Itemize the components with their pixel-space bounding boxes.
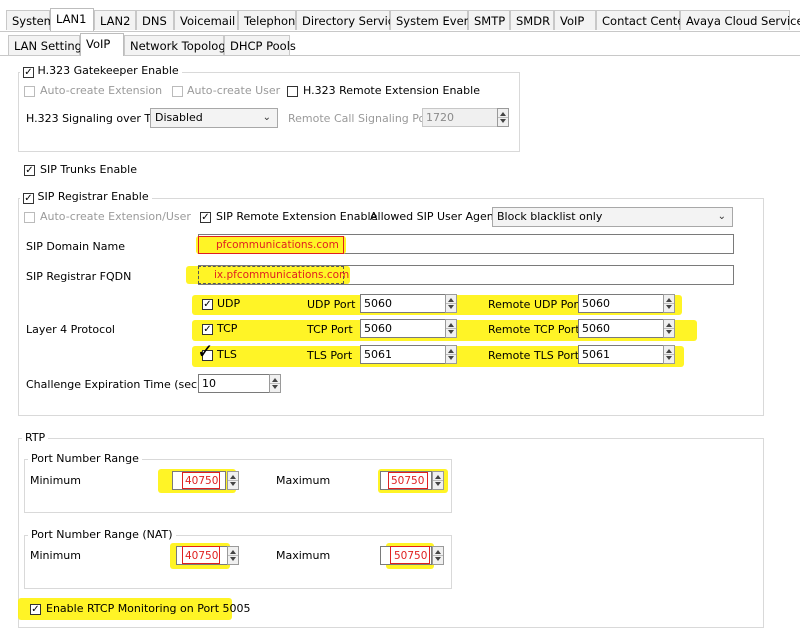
tab-network-topology[interactable]: Network Topology — [124, 35, 232, 55]
nat-max-label: Maximum — [276, 549, 331, 562]
chevron-down-icon: ⌄ — [717, 211, 726, 222]
remote-tcp-label: Remote TCP Port — [488, 323, 580, 336]
port-range-title: Port Number Range — [28, 452, 142, 465]
sip-registrar-header: ✓ SIP Registrar Enable — [20, 190, 152, 204]
sip-remote-ext-checkbox[interactable]: ✓ — [200, 212, 211, 223]
tab-lan-settings[interactable]: LAN Settings — [8, 35, 88, 55]
auto-create-extension-checkbox[interactable] — [24, 86, 35, 97]
remote-udp-input[interactable]: 5060 — [578, 294, 664, 313]
tab-directory-services[interactable]: Directory Services — [296, 10, 407, 30]
tab-system[interactable]: System — [6, 10, 55, 30]
allowed-agents-value: Block blacklist only — [497, 210, 603, 223]
sip-auto-create-checkbox[interactable] — [24, 212, 35, 223]
nat-max-spinner[interactable] — [432, 546, 444, 565]
sip-trunks-checkbox[interactable]: ✓ — [24, 165, 35, 176]
sip-auto-create-label: Auto-create Extension/User — [40, 210, 191, 223]
rtp-title: RTP — [22, 431, 49, 444]
sip-domain-label: SIP Domain Name — [26, 240, 125, 253]
remote-tls-input[interactable]: 5061 — [578, 345, 664, 364]
tls-port-input[interactable]: 5061 — [360, 345, 446, 364]
tcp-port-input[interactable]: 5060 — [360, 319, 446, 338]
tls-label: TLS — [217, 348, 237, 361]
remote-call-port-label: Remote Call Signaling Port — [288, 112, 435, 125]
range-max-spinner[interactable] — [432, 471, 444, 490]
remote-udp-label: Remote UDP Port — [488, 298, 583, 311]
h323-signaling-tls-select[interactable]: Disabled ⌄ — [150, 108, 278, 128]
nat-min-value: 40750 — [185, 550, 219, 562]
nat-min-label: Minimum — [30, 549, 81, 562]
udp-port-input[interactable]: 5060 — [360, 294, 446, 313]
rtcp-label: Enable RTCP Monitoring on Port 5005 — [46, 602, 251, 615]
h323-remote-extension-label: H.323 Remote Extension Enable — [303, 84, 480, 97]
h323-group-header: ✓ H.323 Gatekeeper Enable — [20, 64, 182, 78]
nat-min-spinner[interactable] — [227, 546, 239, 565]
challenge-expiration-input[interactable]: 10 — [198, 374, 270, 393]
tcp-label: TCP — [217, 322, 238, 335]
tab-voip[interactable]: VoIP — [80, 33, 124, 56]
tab-smtp[interactable]: SMTP — [468, 10, 510, 30]
tcp-port-spinner[interactable] — [445, 319, 457, 338]
allowed-agents-label: Allowed SIP User Agents — [370, 210, 504, 223]
range-min-label: Minimum — [30, 474, 81, 487]
tab-dns[interactable]: DNS — [136, 10, 174, 30]
sip-registrar-checkbox[interactable]: ✓ — [23, 193, 34, 204]
sip-registrar-label: SIP Registrar Enable — [37, 190, 149, 203]
challenge-expiration-spinner[interactable] — [269, 374, 281, 393]
tcp-checkbox[interactable]: ✓ — [202, 324, 213, 335]
top-tab-bar: System LAN1 LAN2 DNS Voicemail Telephony… — [0, 8, 800, 32]
tab-voicemail[interactable]: Voicemail — [174, 10, 238, 30]
sip-trunks-label: SIP Trunks Enable — [40, 163, 137, 176]
udp-checkbox[interactable]: ✓ — [202, 299, 213, 310]
allowed-agents-select[interactable]: Block blacklist only ⌄ — [492, 207, 733, 227]
remote-tls-label: Remote TLS Port — [488, 349, 580, 362]
tls-port-label: TLS Port — [307, 349, 353, 362]
h323-gatekeeper-label: H.323 Gatekeeper Enable — [37, 64, 179, 77]
auto-create-extension-label: Auto-create Extension — [40, 84, 163, 97]
remote-tcp-input[interactable]: 5060 — [578, 319, 664, 338]
tls-port-spinner[interactable] — [445, 345, 457, 364]
range-max-value: 50750 — [391, 475, 425, 487]
h323-remote-extension-checkbox[interactable] — [287, 86, 298, 97]
range-max-label: Maximum — [276, 474, 331, 487]
remote-udp-spinner[interactable] — [663, 294, 675, 313]
h323-signaling-tls-label: H.323 Signaling over TLS — [26, 112, 165, 125]
tab-lan2[interactable]: LAN2 — [94, 10, 136, 30]
tcp-port-label: TCP Port — [307, 323, 353, 336]
udp-label: UDP — [217, 297, 241, 310]
h323-signaling-tls-value: Disabled — [155, 111, 203, 124]
tab-smdr[interactable]: SMDR — [510, 10, 554, 30]
sip-remote-ext-label: SIP Remote Extension Enable — [216, 210, 378, 223]
challenge-expiration-label: Challenge Expiration Time (sec) — [26, 378, 202, 391]
tab-avaya-cloud-services[interactable]: Avaya Cloud Services — [680, 10, 800, 30]
sip-domain-value: pfcommunications.com — [216, 239, 339, 251]
tab-lan1[interactable]: LAN1 — [50, 8, 94, 31]
sub-tab-bar: LAN Settings VoIP Network Topology DHCP … — [0, 33, 800, 57]
top-tab-divider — [0, 31, 800, 32]
auto-create-user-checkbox[interactable] — [172, 86, 183, 97]
remote-tls-spinner[interactable] — [663, 345, 675, 364]
range-min-value: 40750 — [185, 475, 219, 487]
chevron-down-icon: ⌄ — [262, 112, 271, 123]
remote-call-port-input[interactable]: 1720 — [422, 108, 498, 127]
port-range-nat-title: Port Number Range (NAT) — [28, 528, 176, 541]
tls-handdrawn-check-mark: ✓ — [197, 339, 214, 363]
remote-call-port-spinner[interactable] — [497, 108, 509, 127]
tab-dhcp-pools[interactable]: DHCP Pools — [224, 35, 296, 55]
tab-voip-top[interactable]: VoIP — [554, 10, 596, 30]
udp-port-spinner[interactable] — [445, 294, 457, 313]
auto-create-user-label: Auto-create User — [187, 84, 281, 97]
tab-system-events[interactable]: System Events — [390, 10, 481, 30]
h323-gatekeeper-checkbox[interactable]: ✓ — [23, 67, 34, 78]
remote-tcp-spinner[interactable] — [663, 319, 675, 338]
nat-max-value: 50750 — [394, 550, 428, 562]
sip-fqdn-value: ix.pfcommunications.com — [214, 269, 350, 281]
sip-fqdn-label: SIP Registrar FQDN — [26, 270, 132, 283]
rtcp-checkbox[interactable]: ✓ — [30, 604, 41, 615]
layer4-label: Layer 4 Protocol — [26, 323, 115, 336]
tab-telephony[interactable]: Telephony — [238, 10, 302, 30]
range-min-spinner[interactable] — [227, 471, 239, 490]
udp-port-label: UDP Port — [307, 298, 356, 311]
tab-contact-center[interactable]: Contact Center — [596, 10, 689, 30]
